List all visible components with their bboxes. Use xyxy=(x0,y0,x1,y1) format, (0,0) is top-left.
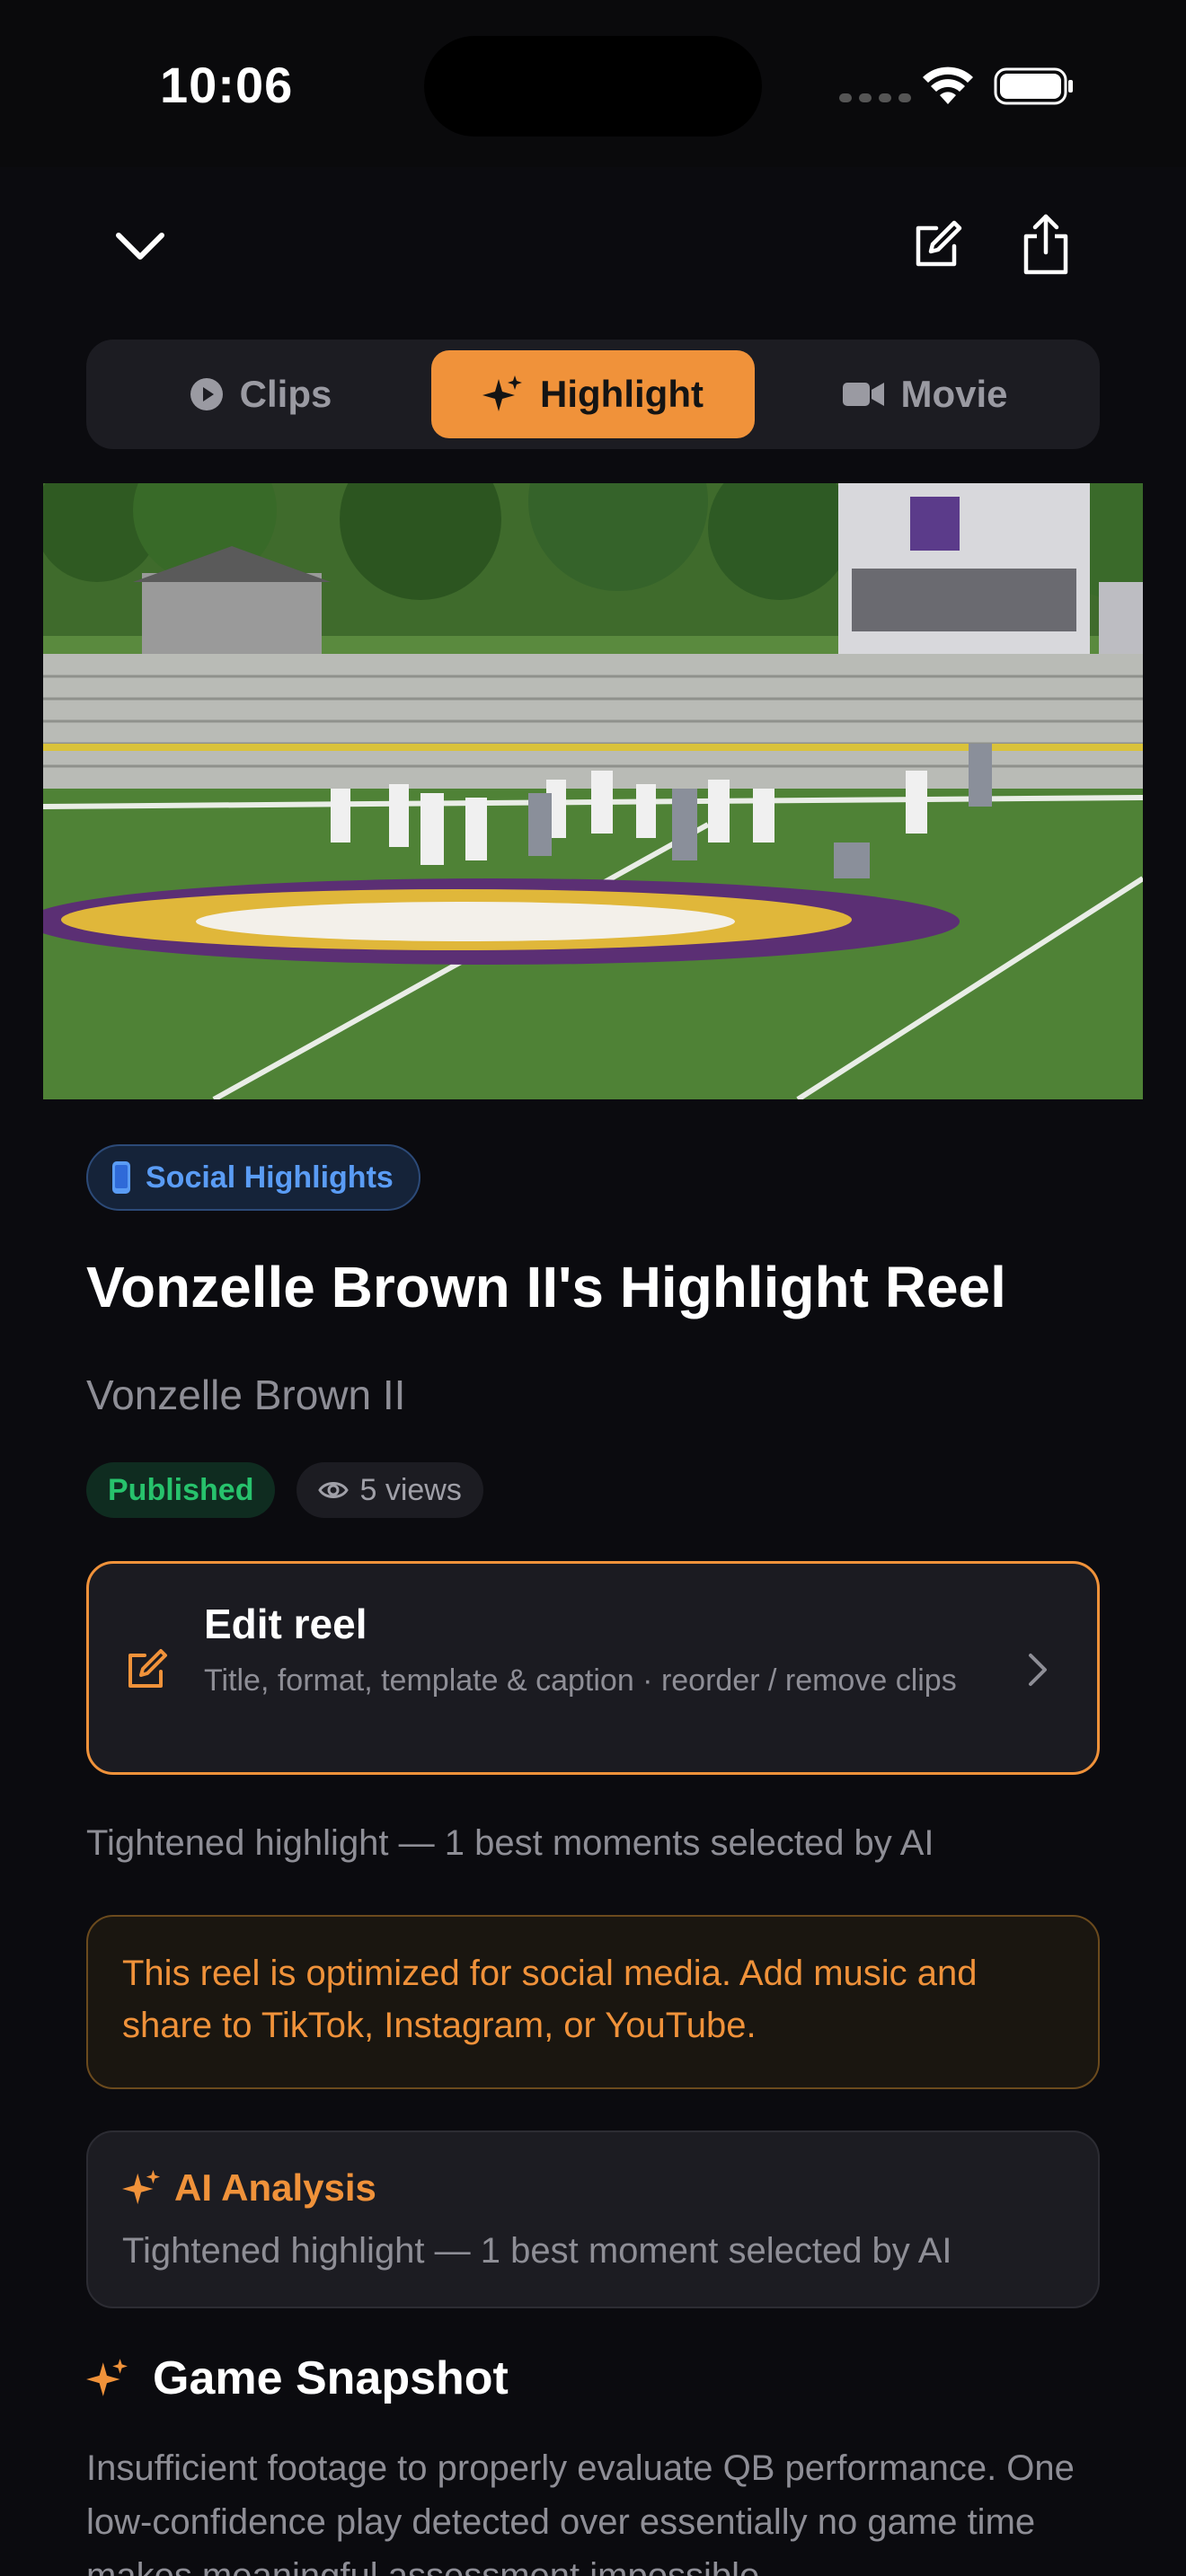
social-media-notice: This reel is optimized for social media.… xyxy=(86,1915,1100,2089)
game-snapshot-header: Game Snapshot xyxy=(86,2351,509,2405)
wifi-icon xyxy=(923,66,973,104)
tab-clips[interactable]: Clips xyxy=(99,350,422,438)
edit-reel-title: Edit reel xyxy=(204,1601,367,1647)
dynamic-island xyxy=(424,36,762,137)
game-snapshot-text: Insufficient footage to properly evaluat… xyxy=(86,2448,1075,2576)
sparkles-icon xyxy=(86,2359,128,2396)
status-time: 10:06 xyxy=(160,57,294,113)
category-chip-label: Social Highlights xyxy=(146,1160,394,1195)
ai-analysis-card: AI Analysis Tightened highlight — 1 best… xyxy=(86,2130,1100,2308)
video-camera-icon xyxy=(843,383,885,406)
ai-analysis-text: Tightened highlight — 1 best moment sele… xyxy=(122,2231,952,2271)
status-badge: Published xyxy=(86,1462,276,1518)
edit-reel-description: Title, format, template & caption · reor… xyxy=(204,1663,957,1698)
play-circle-icon xyxy=(190,378,223,410)
reel-badges: Published 5 views xyxy=(86,1462,483,1518)
eye-icon xyxy=(318,1482,350,1498)
cellular-signal-icon xyxy=(839,93,911,102)
battery-icon xyxy=(994,67,1073,105)
navigation-bar xyxy=(0,167,1186,329)
tab-clips-label: Clips xyxy=(239,373,332,415)
phone-icon xyxy=(112,1161,130,1194)
selection-summary: Tightened highlight — 1 best moments sel… xyxy=(86,1823,934,1863)
reel-title: Vonzelle Brown II's Highlight Reel xyxy=(86,1255,1006,1319)
category-chip: Social Highlights xyxy=(86,1144,420,1211)
chevron-right-icon xyxy=(1029,1654,1047,1686)
athlete-name: Vonzelle Brown II xyxy=(86,1372,406,1418)
tab-highlight[interactable]: Highlight xyxy=(431,350,755,438)
tab-highlight-label: Highlight xyxy=(540,373,704,415)
tab-movie-label: Movie xyxy=(900,373,1008,415)
game-snapshot-heading: Game Snapshot xyxy=(153,2352,509,2404)
ai-analysis-heading: AI Analysis xyxy=(174,2166,376,2209)
ai-analysis-header: AI Analysis xyxy=(122,2166,376,2210)
sparkles-icon xyxy=(482,375,523,411)
chevron-down-icon xyxy=(116,233,164,260)
highlight-video-player[interactable] xyxy=(43,483,1143,1099)
tab-movie[interactable]: Movie xyxy=(764,350,1087,438)
edit-reel-button[interactable]: Edit reel Title, format, template & capt… xyxy=(86,1561,1100,1775)
views-badge: 5 views xyxy=(296,1462,483,1518)
share-button[interactable] xyxy=(1012,208,1080,280)
status-bar: 10:06 xyxy=(0,0,1186,167)
collapse-button[interactable] xyxy=(106,212,174,280)
edit-icon xyxy=(128,1649,167,1688)
sparkles-icon xyxy=(122,2169,161,2205)
edit-icon xyxy=(916,220,962,267)
video-frame xyxy=(43,483,1143,1099)
edit-button[interactable] xyxy=(902,212,970,280)
share-icon xyxy=(1023,214,1068,275)
view-mode-tabs: Clips Highlight Movie xyxy=(86,340,1100,449)
views-count: 5 views xyxy=(359,1472,462,1507)
